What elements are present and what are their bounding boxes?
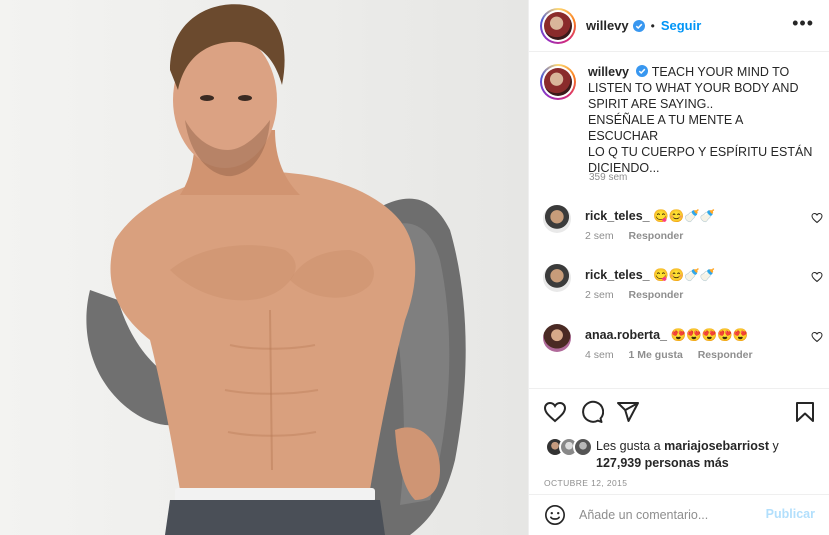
heart-icon[interactable] — [811, 271, 823, 283]
comment-time[interactable]: 2 sem — [585, 230, 614, 242]
bookmark-icon[interactable] — [793, 400, 817, 424]
comment-item: anaa.roberta_ 😍😍😍😍😍 4 sem 1 Me gusta Res… — [543, 324, 823, 368]
post-caption: willevy TEACH YOUR MIND TO LISTEN TO WHA… — [540, 64, 813, 176]
photo-illustration — [86, 4, 466, 535]
comment-text: 😋😊🍼🍼 — [653, 209, 716, 223]
heart-icon[interactable] — [811, 212, 823, 224]
verified-icon — [636, 65, 649, 77]
caption-body-es-2: LO Q TU CUERPO Y ESPÍRITU ESTÁN — [588, 145, 813, 159]
caption-avatar[interactable] — [540, 64, 576, 100]
author-username[interactable]: willevy — [586, 18, 629, 33]
like-heart-icon[interactable] — [543, 400, 567, 424]
commenter-avatar[interactable] — [543, 264, 571, 292]
post-side-panel: willevy • Seguir ••• willevy TEACH YOUR … — [528, 0, 829, 535]
reply-button[interactable]: Responder — [629, 230, 684, 242]
comment-likes[interactable]: 1 Me gusta — [629, 349, 683, 361]
likes-prefix: Les gusta a — [596, 439, 661, 453]
comment-username[interactable]: rick_teles_ — [585, 209, 650, 223]
comment-composer: Publicar — [529, 494, 829, 533]
post-date[interactable]: OCTUBRE 12, 2015 — [544, 478, 627, 488]
liker-avatar — [573, 437, 593, 457]
liked-by-avatars[interactable] — [545, 437, 593, 457]
comment-username[interactable]: rick_teles_ — [585, 268, 650, 282]
comment-username[interactable]: anaa.roberta_ — [585, 328, 667, 342]
likes-user[interactable]: mariajosebarriost — [664, 439, 769, 453]
comment-item: rick_teles_ 😋😊🍼🍼 2 sem Responder — [543, 264, 823, 308]
likes-conjunction: y — [772, 439, 779, 453]
commenter-avatar[interactable] — [543, 324, 571, 352]
comment-line: rick_teles_ 😋😊🍼🍼 — [585, 268, 715, 283]
comments-scroll-area[interactable]: willevy TEACH YOUR MIND TO LISTEN TO WHA… — [529, 52, 829, 388]
comment-icon[interactable] — [580, 400, 604, 424]
header-separator: • — [650, 18, 655, 33]
comment-line: anaa.roberta_ 😍😍😍😍😍 — [585, 328, 748, 343]
comment-item: rick_teles_ 😋😊🍼🍼 2 sem Responder — [543, 205, 823, 249]
comment-input[interactable] — [579, 504, 759, 526]
reply-button[interactable]: Responder — [698, 349, 753, 361]
comment-time[interactable]: 2 sem — [585, 289, 614, 301]
comment-text: 😋😊🍼🍼 — [653, 268, 716, 282]
caption-time[interactable]: 359 sem — [589, 172, 627, 183]
comment-meta: 2 sem Responder — [585, 230, 695, 242]
comment-meta: 2 sem Responder — [585, 289, 695, 301]
comment-text: 😍😍😍😍😍 — [670, 328, 749, 342]
comment-time[interactable]: 4 sem — [585, 349, 614, 361]
reply-button[interactable]: Responder — [629, 289, 684, 301]
emoji-icon[interactable] — [544, 504, 566, 526]
verified-icon — [632, 19, 645, 32]
commenter-avatar[interactable] — [543, 205, 571, 233]
comment-line: rick_teles_ 😋😊🍼🍼 — [585, 209, 715, 224]
post-actions: Les gusta a mariajosebarriost y 127,939 … — [529, 388, 829, 532]
heart-icon[interactable] — [811, 331, 823, 343]
caption-body-es-1: ENSÉÑALE A TU MENTE A ESCUCHAR — [588, 113, 743, 143]
follow-button[interactable]: Seguir — [661, 18, 701, 33]
instagram-post: willevy • Seguir ••• willevy TEACH YOUR … — [0, 0, 829, 535]
publish-button[interactable]: Publicar — [766, 507, 815, 521]
post-photo[interactable] — [0, 0, 528, 535]
author-avatar[interactable] — [540, 7, 576, 44]
more-icon[interactable]: ••• — [792, 14, 814, 32]
likes-summary: Les gusta a mariajosebarriost y 127,939 … — [596, 438, 816, 472]
share-icon[interactable] — [616, 400, 640, 424]
comment-meta: 4 sem 1 Me gusta Responder — [585, 349, 765, 361]
caption-username[interactable]: willevy — [588, 65, 629, 79]
post-header: willevy • Seguir ••• — [529, 0, 829, 52]
caption-text: willevy TEACH YOUR MIND TO LISTEN TO WHA… — [588, 64, 813, 176]
likes-count[interactable]: 127,939 personas más — [596, 456, 729, 470]
